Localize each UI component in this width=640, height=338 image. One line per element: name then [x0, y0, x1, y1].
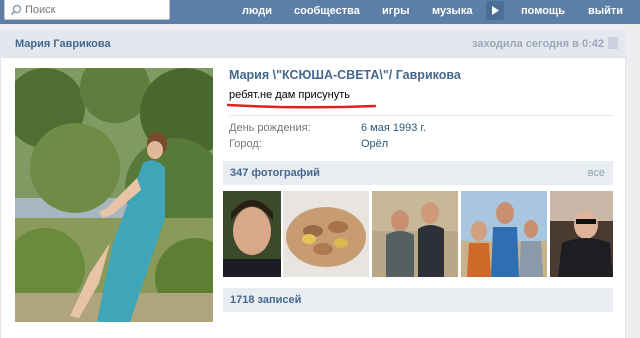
- posts-section-header[interactable]: 1718 записей: [223, 288, 613, 312]
- nav-help[interactable]: помощь: [521, 5, 565, 17]
- online-status: заходила сегодня в 0:42: [472, 38, 604, 50]
- photos-count-title[interactable]: 347 фотографий: [230, 167, 320, 179]
- profile-card: Мария \"КСЮША-СВЕТА\"/ Гаврикова ребят.н…: [0, 58, 626, 338]
- scrollbar-handle[interactable]: [608, 37, 618, 49]
- nav-logout[interactable]: выйти: [588, 5, 623, 17]
- photo-thumbnail[interactable]: [461, 191, 547, 277]
- photos-section-header[interactable]: 347 фотографий все: [223, 161, 613, 185]
- profile-header-name[interactable]: Мария Гаврикова: [15, 38, 111, 50]
- music-play-button[interactable]: [486, 1, 504, 20]
- search-icon: [10, 4, 22, 15]
- profile-info: Мария \"КСЮША-СВЕТА\"/ Гаврикова ребят.н…: [227, 68, 613, 150]
- photo-thumbnail[interactable]: [550, 191, 613, 277]
- photo-thumbnail[interactable]: [283, 191, 369, 277]
- city-value[interactable]: Орёл: [361, 138, 388, 150]
- photos-all-link[interactable]: все: [588, 167, 605, 179]
- profile-status-text: ребят.не дам присунуть: [229, 89, 350, 101]
- info-row-city: Город: Орёл: [229, 138, 613, 150]
- search-input[interactable]: [25, 3, 155, 16]
- top-navigation-bar: люди сообщества игры музыка помощь выйти: [0, 0, 640, 24]
- birthday-label: День рождения:: [229, 122, 311, 134]
- profile-status[interactable]: ребят.не дам присунуть: [227, 89, 613, 109]
- profile-avatar[interactable]: [15, 68, 213, 322]
- profile-header: Мария Гаврикова заходила сегодня в 0:42: [0, 30, 626, 58]
- city-label: Город:: [229, 138, 262, 150]
- nav-communities[interactable]: сообщества: [294, 5, 360, 17]
- nav-people[interactable]: люди: [242, 5, 272, 17]
- info-row-birthday: День рождения: 6 мая 1993 г.: [229, 122, 613, 134]
- online-status-prefix: заходила сегодня в: [472, 38, 579, 50]
- info-divider: [229, 115, 613, 116]
- birthday-value[interactable]: 6 мая 1993 г.: [361, 122, 426, 134]
- red-underline-mark: [227, 103, 377, 109]
- online-status-time: 0:42: [581, 38, 604, 50]
- profile-full-name: Мария \"КСЮША-СВЕТА\"/ Гаврикова: [229, 68, 461, 82]
- photo-strip: [223, 191, 613, 277]
- play-icon: [492, 6, 499, 15]
- nav-music[interactable]: музыка: [432, 5, 472, 17]
- posts-count-title[interactable]: 1718 записей: [230, 294, 301, 306]
- avatar-photo: [15, 68, 213, 322]
- nav-games[interactable]: игры: [382, 5, 409, 17]
- photo-thumbnail[interactable]: [223, 191, 281, 277]
- search-box[interactable]: [4, 0, 170, 20]
- photo-thumbnail[interactable]: [372, 191, 458, 277]
